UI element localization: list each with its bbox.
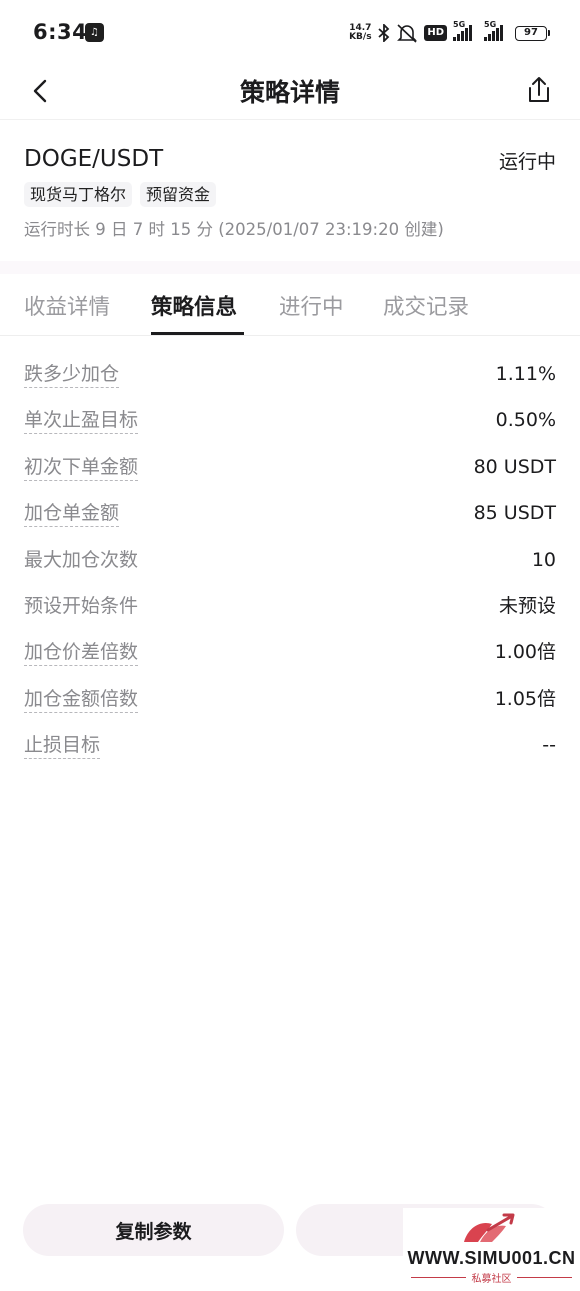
runtime-text: 运行时长 9 日 7 时 15 分 (2025/01/07 23:19:20 创… bbox=[24, 220, 444, 239]
battery-icon: 97 bbox=[515, 25, 550, 41]
watermark: WWW.SIMU001.CN 私募社区 bbox=[403, 1208, 580, 1291]
param-label[interactable]: 单次止盈目标 bbox=[24, 408, 139, 435]
watermark-line bbox=[517, 1277, 572, 1278]
param-row: 跌多少加仓 1.11% bbox=[24, 352, 556, 398]
param-label[interactable]: 止损目标 bbox=[24, 733, 101, 760]
section-divider bbox=[0, 261, 580, 274]
param-label[interactable]: 加仓单金额 bbox=[24, 501, 120, 528]
param-value: 85 USDT bbox=[473, 502, 556, 525]
param-row: 止损目标 -- bbox=[24, 723, 556, 769]
param-row: 单次止盈目标 0.50% bbox=[24, 398, 556, 444]
param-label: 预设开始条件 bbox=[24, 594, 139, 617]
tab-in-progress[interactable]: 进行中 bbox=[279, 290, 344, 321]
param-label[interactable]: 加仓金额倍数 bbox=[24, 687, 139, 713]
share-icon[interactable] bbox=[522, 74, 556, 108]
net-speed-unit: KB/s bbox=[349, 32, 372, 42]
param-row: 加仓单金额 85 USDT bbox=[24, 491, 556, 537]
tab-bar: 收益详情 策略信息 进行中 成交记录 bbox=[0, 274, 580, 336]
copy-params-button[interactable]: 复制参数 bbox=[23, 1204, 284, 1256]
status-icons: 14.7 KB/s HD 5G 5G 97 bbox=[348, 20, 550, 44]
net-speed: 14.7 KB/s bbox=[348, 24, 372, 42]
params-list: 跌多少加仓 1.11% 单次止盈目标 0.50% 初次下单金额 80 USDT … bbox=[24, 352, 556, 770]
active-tab-indicator bbox=[151, 332, 244, 335]
signal-5g-icon: 5G bbox=[453, 20, 472, 41]
watermark-site: WWW.SIMU001.CN bbox=[407, 1248, 576, 1268]
param-label[interactable]: 加仓价差倍数 bbox=[24, 640, 139, 667]
tag-strategy-type: 现货马丁格尔 bbox=[24, 182, 133, 207]
param-value: 1.00倍 bbox=[494, 641, 556, 664]
status-time: 6:34 bbox=[33, 20, 88, 44]
tab-strategy-info[interactable]: 策略信息 bbox=[151, 290, 237, 321]
param-value: 未预设 bbox=[498, 594, 556, 617]
tab-trade-history[interactable]: 成交记录 bbox=[383, 290, 469, 321]
status-bar: 6:34 ♫ 14.7 KB/s HD 5G 5G 97 bbox=[0, 0, 580, 64]
nav-header: 策略详情 bbox=[0, 64, 580, 120]
status-badge: 运行中 bbox=[498, 151, 556, 173]
voice-app-icon: ♫ bbox=[85, 23, 104, 42]
param-row: 初次下单金额 80 USDT bbox=[24, 445, 556, 491]
param-label[interactable]: 跌多少加仓 bbox=[24, 362, 120, 388]
watermark-logo-icon bbox=[464, 1213, 515, 1242]
param-value: 1.11% bbox=[495, 363, 556, 385]
page-title: 策略详情 bbox=[239, 78, 340, 107]
param-row: 加仓金额倍数 1.05倍 bbox=[24, 677, 556, 723]
param-value: -- bbox=[542, 734, 556, 757]
tab-earnings[interactable]: 收益详情 bbox=[24, 290, 110, 321]
param-row: 加仓价差倍数 1.00倍 bbox=[24, 630, 556, 676]
bluetooth-icon bbox=[378, 24, 390, 42]
mute-bell-icon bbox=[397, 24, 418, 43]
strategy-tags: 现货马丁格尔 预留资金 bbox=[24, 182, 217, 207]
param-value: 10 bbox=[531, 548, 556, 571]
param-row: 预设开始条件 未预设 bbox=[24, 584, 556, 630]
tag-reserved-funds: 预留资金 bbox=[140, 182, 217, 207]
param-value: 80 USDT bbox=[473, 455, 556, 478]
hd-badge: HD bbox=[424, 25, 447, 41]
trading-pair: DOGE/USDT bbox=[24, 146, 164, 172]
battery-level: 97 bbox=[515, 25, 547, 41]
param-value: 0.50% bbox=[495, 409, 556, 432]
param-label[interactable]: 初次下单金额 bbox=[24, 455, 139, 481]
param-value: 1.05倍 bbox=[494, 687, 556, 710]
param-row: 最大加仓次数 10 bbox=[24, 538, 556, 584]
param-label: 最大加仓次数 bbox=[24, 548, 139, 571]
signal-5g-icon: 5G bbox=[484, 20, 503, 41]
